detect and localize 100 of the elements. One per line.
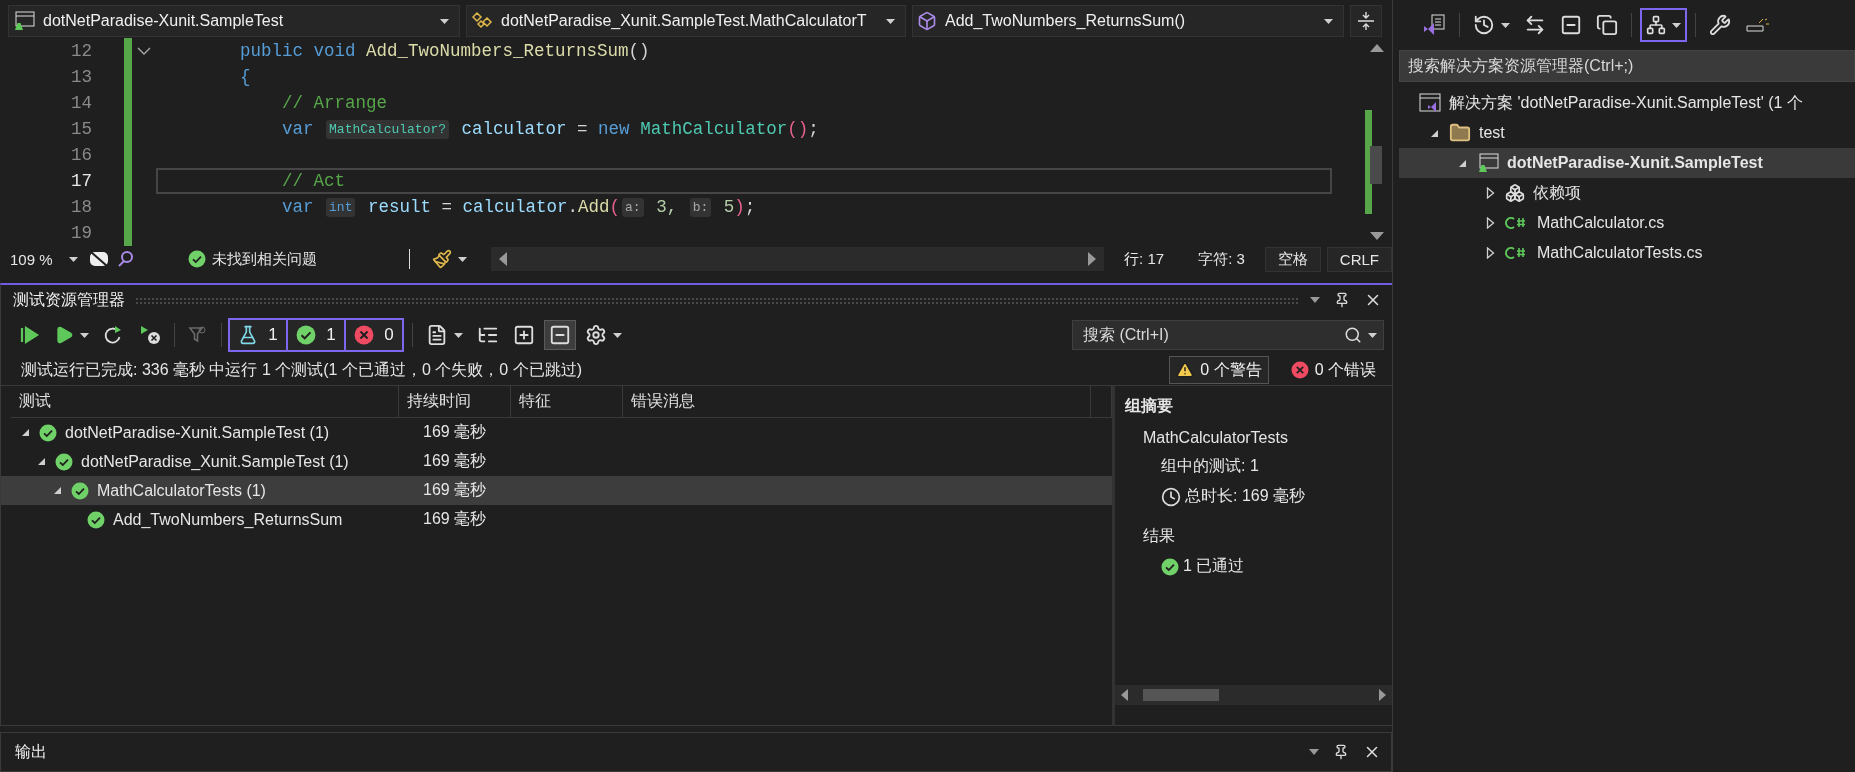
collapsed-triangle-icon[interactable] (1485, 247, 1495, 259)
caret-icon[interactable] (69, 256, 78, 262)
failed-cross-icon (1290, 361, 1309, 379)
toolbar-button[interactable] (1640, 8, 1687, 42)
passed-check-icon (188, 250, 206, 268)
line-number: 12 (70, 41, 92, 61)
scroll-up-arrow-icon[interactable] (1370, 44, 1384, 52)
navigation-dropdown[interactable]: Add_TwoNumbers_ReturnsSum() (912, 5, 1344, 37)
warnings-button[interactable]: 0 个警告 (1169, 356, 1269, 384)
scroll-thumb[interactable] (1370, 146, 1382, 184)
search-field[interactable]: 搜索解决方案资源管理器(Ctrl+;) (1406, 56, 1854, 76)
fold-chevron-icon[interactable] (137, 47, 151, 55)
expanded-triangle-icon[interactable] (21, 428, 30, 437)
scroll-right-arrow-icon[interactable] (1088, 252, 1097, 266)
caret-icon[interactable] (613, 332, 622, 338)
tree-view-icon[interactable] (1646, 15, 1666, 35)
horizontal-scrollbar[interactable] (1115, 685, 1392, 705)
code-cleanup-brush-icon[interactable] (432, 249, 452, 269)
run-all-icon[interactable] (20, 326, 40, 344)
warning-icon (1176, 361, 1195, 379)
search-icon[interactable] (1344, 326, 1362, 344)
solution-tree-item[interactable]: 依赖项 (1399, 178, 1855, 208)
solution-tree-item[interactable]: 解决方案 'dotNetParadise-Xunit.SampleTest' (1 个 (1399, 88, 1855, 118)
column-header[interactable]: 特征 (519, 391, 551, 412)
column-header[interactable]: 测试 (19, 391, 51, 412)
settings-icon[interactable] (585, 324, 607, 346)
solution-tree-item[interactable]: test (1399, 118, 1855, 148)
line-number: 16 (70, 145, 92, 165)
test-name: dotNetParadise_Xunit.SampleTest (1) (81, 452, 349, 471)
expanded-triangle-icon[interactable] (37, 457, 46, 466)
panel-title: 输出 (15, 741, 48, 762)
code-line: { (239, 66, 252, 89)
collapsed-triangle-icon[interactable] (1485, 217, 1495, 229)
passed-check-icon (296, 325, 317, 345)
search-box[interactable]: 搜索解决方案资源管理器(Ctrl+;) (1399, 50, 1855, 82)
scroll-down-arrow-icon[interactable] (1370, 232, 1384, 240)
solution-tree-item[interactable]: dotNetParadise-Xunit.SampleTest (1399, 148, 1855, 178)
line-number: 18 (70, 197, 92, 217)
horizontal-scrollbar[interactable] (491, 247, 1105, 271)
caret-icon[interactable] (80, 332, 89, 338)
solution-tree-item[interactable]: MathCalculator.cs (1399, 208, 1855, 238)
caret-icon[interactable] (1324, 18, 1333, 24)
folder-icon (1449, 122, 1471, 144)
navigation-dropdown[interactable]: dotNetParadise-Xunit.SampleTest (8, 5, 460, 37)
test-count-filter[interactable]: 1 (286, 318, 346, 352)
scroll-right-arrow-icon[interactable] (1379, 689, 1386, 701)
panel-title: 测试资源管理器 (13, 289, 125, 310)
column-header[interactable]: 错误消息 (631, 391, 695, 412)
expanded-triangle-icon[interactable] (1457, 158, 1467, 168)
line-number: 19 (70, 223, 92, 243)
preview-icon[interactable] (1745, 16, 1771, 34)
test-count-filter[interactable]: 1 (228, 318, 288, 352)
caret-icon[interactable] (458, 256, 467, 262)
caret-icon[interactable] (440, 18, 449, 24)
test-row[interactable]: Add_TwoNumbers_ReturnsSum 169 毫秒 (1, 505, 1112, 534)
group-test-count: 组中的测试: 1 (1161, 456, 1259, 476)
search-field[interactable]: 搜索 (Ctrl+I) (1081, 325, 1344, 345)
expanded-triangle-icon[interactable] (53, 486, 62, 495)
class-icon (471, 11, 493, 31)
test-name: Add_TwoNumbers_ReturnsSum (113, 510, 343, 529)
scroll-left-arrow-icon[interactable] (499, 252, 507, 266)
solution-tree-item[interactable]: MathCalculatorTests.cs (1399, 238, 1855, 268)
navigation-dropdown[interactable]: dotNetParadise_Xunit.SampleTest.MathCalculatorT (466, 5, 906, 37)
code-line: var int result = calculator.Add( a: 3, b: 5); (281, 196, 757, 219)
caret-icon[interactable] (1501, 22, 1510, 28)
copilot-icon[interactable] (88, 249, 110, 269)
summary-heading: 组摘要 (1124, 396, 1173, 416)
caret-icon[interactable] (1672, 22, 1681, 28)
playlist-icon[interactable] (426, 324, 448, 346)
test-duration: 169 毫秒 (422, 451, 487, 471)
clock-icon (1161, 486, 1181, 507)
lightbulb-icon[interactable] (116, 249, 136, 269)
line-number: 13 (70, 67, 92, 87)
caret-icon[interactable] (886, 18, 895, 24)
split-icon[interactable] (1357, 11, 1375, 31)
errors-button[interactable]: 0 个错误 (1284, 356, 1382, 384)
line-indicator: 行: 17 (1123, 248, 1166, 269)
run-summary: 测试运行已完成: 336 毫秒 中运行 1 个测试(1 个已通过，0 个失败，0 个已跳过) (21, 359, 583, 380)
test-count-filter[interactable]: 0 (344, 318, 404, 352)
collapsed-triangle-icon[interactable] (1485, 187, 1495, 199)
split-window-button[interactable] (1350, 5, 1382, 37)
test-duration: 169 毫秒 (422, 422, 487, 442)
code-line: // Arrange (281, 92, 389, 115)
test-row[interactable]: dotNetParadise_Xunit.SampleTest (1) 169 毫秒 (1, 447, 1112, 476)
column-header[interactable]: 持续时间 (407, 391, 471, 412)
test-name: dotNetParadise-Xunit.SampleTest (1) (65, 423, 330, 442)
expanded-triangle-icon[interactable] (1429, 128, 1439, 138)
clock-icon[interactable] (1473, 14, 1495, 36)
spacing-button[interactable]: 空格 (1264, 246, 1321, 272)
search-box[interactable]: 搜索 (Ctrl+I) (1072, 320, 1384, 350)
line-ending-button[interactable]: CRLF (1326, 246, 1392, 272)
run-icon[interactable] (54, 325, 74, 345)
caret-icon[interactable] (1368, 332, 1377, 338)
scroll-left-arrow-icon[interactable] (1121, 689, 1128, 701)
test-row[interactable]: dotNetParadise-Xunit.SampleTest (1) 169 毫秒 (1, 418, 1112, 447)
test-row[interactable]: MathCalculatorTests (1) 169 毫秒 (1, 476, 1112, 505)
line-number: 14 (70, 93, 92, 113)
code-line: var MathCalculator? calculator = new MathCalculator(); (281, 118, 820, 141)
zoom-dropdown[interactable]: 109 % (6, 247, 82, 271)
caret-icon[interactable] (454, 332, 463, 338)
